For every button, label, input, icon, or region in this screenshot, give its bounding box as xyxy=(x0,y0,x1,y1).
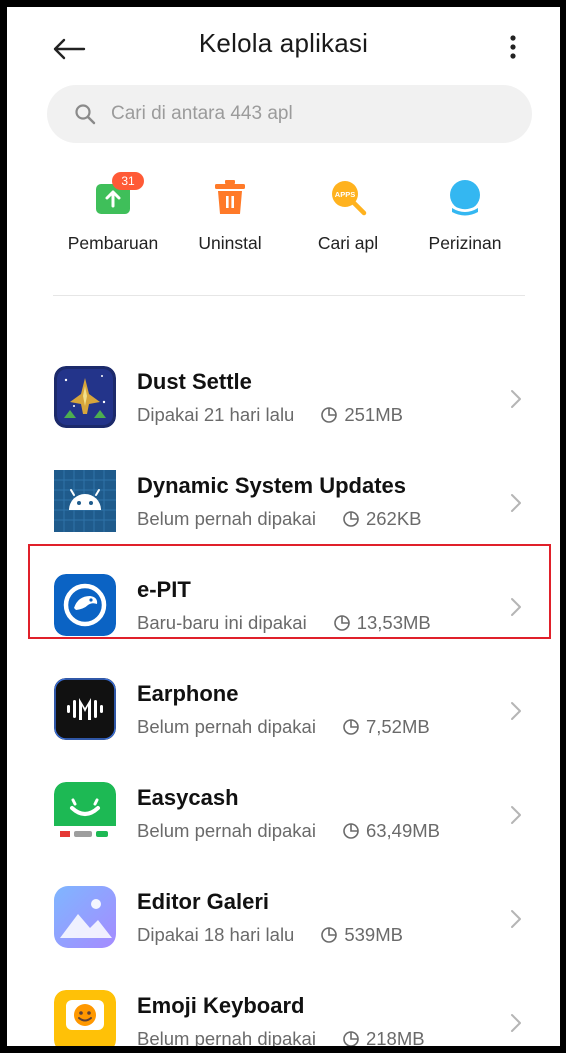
app-name: Earphone xyxy=(137,681,239,706)
chevron-right-icon xyxy=(508,1011,524,1035)
permissions-button[interactable]: Perizinan xyxy=(405,175,525,265)
uninstall-button[interactable]: Uninstal xyxy=(170,175,290,265)
app-item-earphone[interactable]: Earphone Belum pernah dipakai 7,52MB xyxy=(7,655,560,759)
chevron-right-icon xyxy=(508,699,524,723)
storage-pie-icon xyxy=(342,510,360,528)
search-apps-button[interactable]: APPS Cari apl xyxy=(288,175,408,265)
app-name: Editor Galeri xyxy=(137,889,270,914)
app-name: Emoji Keyboard xyxy=(137,993,305,1018)
app-size: 251MB xyxy=(344,404,403,425)
updates-label: Pembaruan xyxy=(67,233,159,253)
storage-pie-icon xyxy=(342,822,360,840)
storage-pie-icon xyxy=(320,926,338,944)
storage-pie-icon xyxy=(320,406,338,424)
chevron-right-icon xyxy=(508,907,524,931)
earphone-app-icon xyxy=(54,678,116,740)
update-arrow-icon: 31 xyxy=(90,172,144,221)
trash-icon xyxy=(207,175,253,221)
apps-search-icon: APPS xyxy=(325,175,371,221)
updates-button[interactable]: 31 Pembaruan xyxy=(53,172,173,265)
app-meta: Baru-baru ini dipakai 13,53MB xyxy=(137,611,431,635)
app-meta: Dipakai 18 hari lalu 539MB xyxy=(137,923,403,947)
quick-actions: 31 Pembaruan Uninstal APPS Cari apl Peri… xyxy=(7,172,560,265)
app-size: 7,52MB xyxy=(365,716,430,737)
app-meta: Belum pernah dipakai 7,52MB xyxy=(137,715,430,739)
chevron-right-icon xyxy=(508,387,524,411)
permissions-label: Perizinan xyxy=(428,233,502,253)
manage-apps-screen: Kelola aplikasi Cari di antara 443 apl 3… xyxy=(7,7,560,1046)
chevron-right-icon xyxy=(508,595,524,619)
dust-settle-app-icon xyxy=(54,366,116,428)
app-size: 262KB xyxy=(365,508,422,529)
chevron-right-icon xyxy=(508,803,524,827)
update-count-badge: 31 xyxy=(112,172,144,190)
svg-text:APPS: APPS xyxy=(335,190,355,199)
storage-pie-icon xyxy=(342,718,360,736)
epit-app-icon xyxy=(54,574,116,636)
app-item-dynamic-system-updates[interactable]: Dynamic System Updates Belum pernah dipa… xyxy=(7,447,560,551)
search-bar[interactable]: Cari di antara 443 apl xyxy=(47,85,532,143)
app-name: Dynamic System Updates xyxy=(137,473,406,498)
app-usage: Belum pernah dipakai xyxy=(137,1028,316,1046)
app-size: 539MB xyxy=(344,924,403,945)
app-meta: Belum pernah dipakai 262KB xyxy=(137,507,422,531)
uninstall-label: Uninstal xyxy=(198,233,262,253)
chevron-right-icon xyxy=(508,491,524,515)
app-name: Dust Settle xyxy=(137,369,252,394)
app-meta: Belum pernah dipakai 218MB xyxy=(137,1027,425,1046)
easycash-app-icon xyxy=(54,782,116,844)
app-item-easycash[interactable]: Easycash Belum pernah dipakai 63,49MB xyxy=(7,759,560,863)
app-usage: Dipakai 18 hari lalu xyxy=(137,924,295,945)
page-title: Kelola aplikasi xyxy=(198,28,369,58)
app-usage: Belum pernah dipakai xyxy=(137,508,316,529)
app-item-e-pit[interactable]: e-PIT Baru-baru ini dipakai 13,53MB xyxy=(7,544,560,655)
app-usage: Belum pernah dipakai xyxy=(137,820,316,841)
app-list: Dust Settle Dipakai 21 hari lalu 251MB D… xyxy=(7,343,560,1046)
app-item-emoji-keyboard[interactable]: Emoji Keyboard Belum pernah dipakai 218M… xyxy=(7,967,560,1046)
storage-pie-icon xyxy=(342,1030,360,1046)
app-name: e-PIT xyxy=(137,577,191,602)
app-size: 13,53MB xyxy=(356,612,431,633)
search-placeholder: Cari di antara 443 apl xyxy=(111,103,293,124)
android-app-icon xyxy=(54,470,116,532)
more-options-button[interactable] xyxy=(501,27,525,67)
emoji-keyboard-app-icon xyxy=(54,990,116,1046)
search-apps-label: Cari apl xyxy=(317,233,379,253)
app-name: Easycash xyxy=(137,785,239,810)
app-item-dust-settle[interactable]: Dust Settle Dipakai 21 hari lalu 251MB xyxy=(7,343,560,447)
permission-icon xyxy=(442,175,488,221)
app-meta: Belum pernah dipakai 63,49MB xyxy=(137,819,440,843)
gallery-editor-app-icon xyxy=(54,886,116,948)
app-meta: Dipakai 21 hari lalu 251MB xyxy=(137,403,403,427)
app-bar: Kelola aplikasi xyxy=(7,7,560,79)
section-divider xyxy=(53,295,525,296)
app-usage: Dipakai 21 hari lalu xyxy=(137,404,295,425)
app-size: 218MB xyxy=(365,1028,425,1046)
storage-pie-icon xyxy=(333,614,351,632)
app-usage: Belum pernah dipakai xyxy=(137,716,316,737)
app-usage: Baru-baru ini dipakai xyxy=(137,612,307,633)
app-size: 63,49MB xyxy=(365,820,440,841)
app-item-editor-galeri[interactable]: Editor Galeri Dipakai 18 hari lalu 539MB xyxy=(7,863,560,967)
search-icon xyxy=(73,102,97,126)
more-vertical-icon xyxy=(510,35,516,59)
